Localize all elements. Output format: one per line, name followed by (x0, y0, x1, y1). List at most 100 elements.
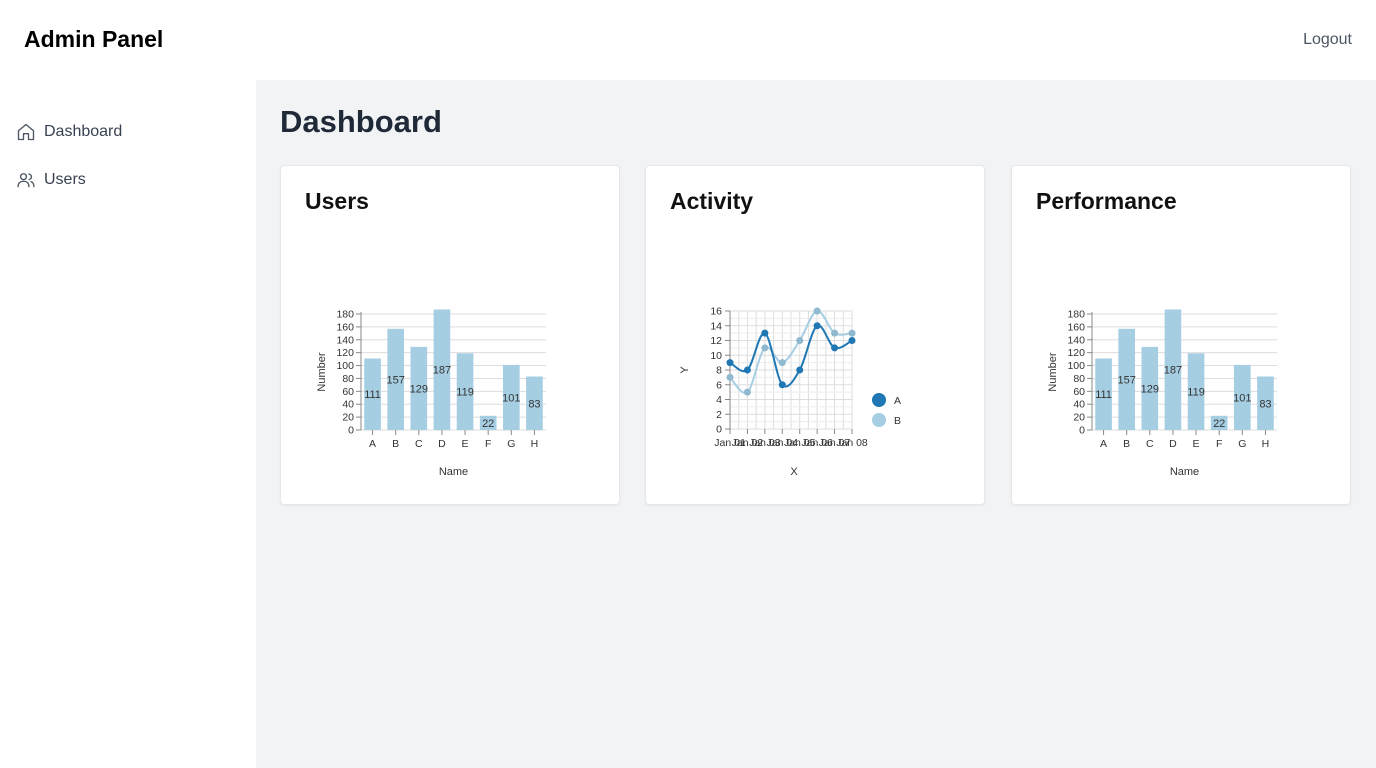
y-tick-label: 10 (710, 350, 722, 362)
y-tick-label: 20 (342, 412, 354, 424)
legend-label: B (894, 415, 901, 427)
sidebar-item-dashboard[interactable]: Dashboard (16, 120, 122, 144)
x-tick-label: B (392, 438, 399, 450)
x-tick-label: F (485, 438, 491, 450)
x-tick-label: H (1262, 438, 1270, 450)
x-tick-label: D (438, 438, 446, 450)
y-axis-title: Number (1047, 352, 1059, 391)
y-tick-label: 60 (342, 386, 354, 398)
data-point (743, 366, 751, 374)
y-tick-label: 60 (1073, 386, 1085, 398)
y-tick-label: 40 (342, 399, 354, 411)
y-tick-label: 180 (1067, 309, 1085, 321)
x-tick-label: G (1238, 438, 1246, 450)
y-tick-label: 6 (716, 379, 722, 391)
logout-link[interactable]: Logout (1303, 31, 1352, 49)
y-tick-label: 80 (1073, 373, 1085, 385)
x-tick-label: E (1193, 438, 1200, 450)
y-tick-label: 2 (716, 409, 722, 421)
data-point (726, 373, 734, 381)
data-point (743, 388, 751, 396)
y-tick-label: 120 (1067, 347, 1085, 359)
y-tick-label: 14 (710, 320, 722, 332)
x-axis-title: Name (1170, 466, 1199, 478)
x-tick-label: C (415, 438, 423, 450)
x-tick-label: H (531, 438, 539, 450)
y-tick-label: 140 (1067, 334, 1085, 346)
app-brand: Admin Panel (24, 26, 164, 52)
y-tick-label: 160 (336, 321, 354, 333)
main-content: Dashboard Users 0 20 40 60 80 100 120 140 160 180… (256, 80, 1376, 768)
y-axis-title: Number (316, 352, 328, 391)
data-point (778, 381, 786, 389)
y-tick-label: 180 (336, 309, 354, 321)
page-title: Dashboard (280, 104, 442, 139)
bar-value-label: 129 (1141, 383, 1159, 395)
bar-value-label: 83 (528, 398, 540, 410)
bar-value-label: 119 (1187, 387, 1205, 399)
legend-swatch (872, 413, 886, 427)
bar-value-label: 187 (433, 365, 451, 377)
bar-value-label: 187 (1164, 365, 1182, 377)
y-tick-label: 100 (1067, 360, 1085, 372)
activity-card: Activity 0 2 4 6 8 10 12 14 16 Jan 01 Jan 02 Jan 03… (645, 165, 985, 505)
y-tick-label: 40 (1073, 399, 1085, 411)
x-axis-title: Name (439, 466, 468, 478)
y-tick-label: 20 (1073, 412, 1085, 424)
x-tick-label: A (369, 438, 376, 450)
bar-value-label: 129 (410, 383, 428, 395)
y-tick-label: 12 (710, 335, 722, 347)
y-tick-label: 140 (336, 334, 354, 346)
x-axis-title: X (790, 466, 798, 478)
sidebar-item-label: Dashboard (44, 123, 123, 140)
data-point (778, 359, 786, 367)
y-tick-label: 8 (716, 365, 722, 377)
x-tick-label: B (1123, 438, 1130, 450)
x-tick-label: A (1100, 438, 1107, 450)
x-tick-label: Jan 08 (836, 437, 868, 449)
data-point (813, 322, 821, 330)
data-point (761, 329, 769, 337)
x-tick-label: G (507, 438, 515, 450)
performance-bar-chart: 020406080100120140160180 A 111 B 157 C 129 D 187… (1047, 309, 1277, 478)
y-tick-label: 0 (716, 424, 722, 436)
bar-value-label: 22 (482, 418, 494, 430)
bar-value-label: 111 (1095, 389, 1112, 401)
bar-value-label: 22 (1213, 418, 1225, 430)
data-point (796, 366, 804, 374)
y-axis-title: Y (679, 366, 691, 374)
activity-line-chart: 0246810121416Jan 01Jan 02Jan 03Jan 04Jan… (679, 306, 901, 479)
x-tick-label: C (1146, 438, 1154, 450)
legend-swatch (872, 393, 886, 407)
home-icon (16, 122, 36, 142)
y-tick-label: 4 (716, 394, 722, 406)
users-card: Users 0 20 40 60 80 100 120 140 160 180 A 111 B 157 C 1… (280, 165, 620, 505)
x-tick-label: F (1216, 438, 1222, 450)
top-header: Admin Panel Logout (0, 0, 1376, 80)
data-point (726, 359, 734, 367)
y-tick-label: 100 (336, 360, 354, 372)
bar-value-label: 157 (1118, 374, 1136, 386)
y-tick-label: 0 (1079, 425, 1085, 437)
bar-value-label: 101 (502, 392, 520, 404)
bar-value-label: 119 (456, 387, 474, 399)
performance-card: Performance 0 20 40 60 80 100 120 140 160 180 A 111… (1011, 165, 1351, 505)
data-point (848, 329, 856, 337)
sidebar-item-label: Users (44, 171, 86, 188)
bar-value-label: 101 (1233, 392, 1251, 404)
x-tick-label: E (462, 438, 469, 450)
data-point (831, 329, 839, 337)
y-tick-label: 120 (336, 347, 354, 359)
data-point (831, 344, 839, 352)
data-point (813, 307, 821, 315)
bar-value-label: 83 (1259, 398, 1271, 410)
y-tick-label: 80 (342, 373, 354, 385)
x-tick-label: D (1169, 438, 1177, 450)
bar-value-label: 157 (387, 374, 405, 386)
y-tick-label: 160 (1067, 321, 1085, 333)
y-tick-label: 0 (348, 425, 354, 437)
sidebar-item-users[interactable]: Users (16, 168, 86, 192)
data-point (796, 337, 804, 344)
y-tick-label: 16 (710, 306, 722, 318)
data-point (761, 344, 769, 352)
